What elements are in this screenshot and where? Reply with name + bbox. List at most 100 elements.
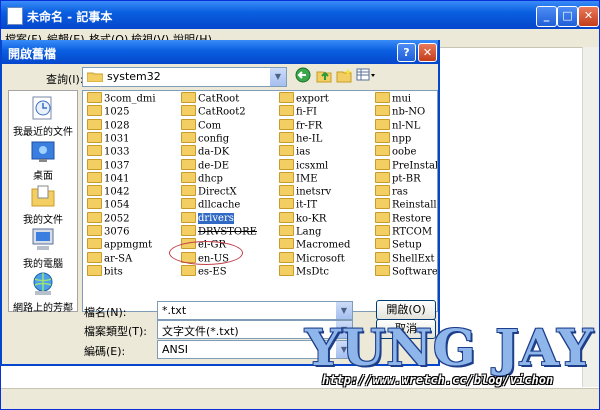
folder-item[interactable]: ko-KR [279, 211, 326, 226]
close-button[interactable]: ✕ [578, 6, 599, 27]
folder-item[interactable]: DirectX [181, 185, 237, 199]
folder-item[interactable]: Macromed [279, 238, 350, 252]
folder-item[interactable]: oobe [375, 145, 416, 159]
new-folder-icon[interactable] [335, 67, 353, 85]
folder-item[interactable]: Lang [279, 225, 321, 239]
folder-item[interactable]: PreInstall [375, 158, 437, 173]
folder-icon [181, 105, 196, 117]
folder-item[interactable]: icsxml [279, 158, 328, 173]
dialog-close-button[interactable]: ✕ [418, 43, 437, 62]
folder-item[interactable]: RTCOM [375, 225, 433, 239]
place-my-computer[interactable]: 我的電腦 [9, 227, 77, 270]
folder-item[interactable]: ShellExt [375, 251, 435, 266]
folder-name: 1054 [104, 199, 130, 211]
folder-name: fi-FI [296, 106, 317, 118]
watermark-url: http://www.wretch.cc/blog/vichon [322, 373, 554, 387]
chevron-down-icon[interactable]: ▼ [270, 68, 286, 86]
file-list[interactable]: 3com_dmi 1025 1028 1031 1033 1037 1041 1042 1054… [82, 90, 438, 312]
look-in-dropdown[interactable]: system32 ▼ [82, 67, 287, 87]
folder-item[interactable]: 2052 [87, 211, 129, 226]
back-icon[interactable] [294, 67, 312, 85]
place-desktop[interactable]: 桌面 [9, 139, 77, 182]
maximize-button[interactable]: □ [557, 6, 578, 27]
folder-item[interactable]: 1025 [87, 105, 129, 119]
folder-item[interactable]: es-ES [181, 264, 227, 279]
folder-item[interactable]: da-DK [181, 145, 229, 159]
folder-item[interactable]: IME [279, 171, 318, 186]
folder-item[interactable]: he-IL [279, 131, 323, 146]
folder-item[interactable]: Restore [375, 211, 432, 226]
folder-icon [87, 238, 102, 250]
folder-icon [181, 131, 196, 143]
folder-item[interactable]: appmgmt [87, 238, 152, 252]
folder-item[interactable]: 1028 [87, 118, 130, 133]
folder-item[interactable]: 1041 [87, 171, 129, 186]
folder-icon [87, 198, 102, 210]
folder-name: 1037 [104, 160, 130, 171]
place-label: 桌面 [33, 171, 53, 182]
place-network[interactable]: 網路上的芳鄰 [9, 271, 77, 314]
up-folder-icon[interactable] [315, 67, 333, 85]
folder-item[interactable]: Com [181, 118, 221, 133]
folder-icon [375, 225, 390, 236]
folder-item[interactable]: DRVSTORE [181, 225, 257, 239]
encoding-value: ANSI [162, 343, 188, 356]
folder-item[interactable]: npp [375, 131, 411, 146]
folder-item[interactable]: ias [279, 145, 310, 159]
folder-item[interactable]: ReinstallBac [375, 198, 437, 212]
folder-name: es-ES [198, 266, 227, 278]
folder-item[interactable]: SoftwareDis [375, 264, 437, 279]
folder-item[interactable]: mui [375, 92, 411, 106]
place-recent[interactable]: 我最近的文件 [9, 95, 77, 138]
folder-name: he-IL [296, 133, 323, 145]
folder-item[interactable]: 1037 [87, 158, 130, 173]
folder-icon [279, 105, 294, 117]
folder-icon [279, 185, 294, 197]
folder-icon [279, 158, 294, 170]
folder-item[interactable]: nl-NL [375, 118, 420, 133]
view-menu-icon[interactable] [356, 67, 376, 85]
folder-item[interactable]: 1054 [87, 198, 130, 212]
folder-item[interactable]: 3076 [87, 225, 129, 239]
folder-item[interactable]: 1031 [87, 131, 129, 146]
folder-item[interactable]: inetsrv [279, 185, 331, 199]
folder-name: Microsoft [296, 253, 345, 265]
dialog-title-bar[interactable]: 開啟舊檔 ? ✕ [2, 40, 438, 64]
minimize-button[interactable]: _ [536, 6, 557, 27]
folder-item[interactable]: ras [375, 185, 408, 199]
notepad-title-bar[interactable]: 未命名 - 記事本 _ □ ✕ [1, 1, 599, 29]
folder-item[interactable]: 3com_dmi [87, 92, 156, 106]
folder-item[interactable]: Setup [375, 238, 422, 252]
folder-item[interactable]: drivers [181, 211, 234, 226]
folder-item[interactable]: dhcp [181, 171, 223, 186]
folder-item[interactable]: ar-SA [87, 251, 132, 266]
folder-name: RTCOM [392, 226, 433, 238]
chevron-down-icon[interactable]: ▼ [336, 302, 352, 319]
folder-item[interactable]: CatRoot2 [181, 105, 246, 119]
folder-item[interactable]: Microsoft [279, 251, 345, 266]
folder-item[interactable]: pt-BR [375, 171, 421, 186]
folder-item[interactable]: MsDtc [279, 264, 329, 279]
help-button[interactable]: ? [397, 43, 416, 62]
folder-item[interactable]: nb-NO [375, 105, 425, 119]
folder-item[interactable]: bits [87, 264, 123, 279]
folder-item[interactable]: fi-FI [279, 105, 317, 119]
folder-item[interactable]: de-DE [181, 158, 229, 173]
folder-item[interactable]: 1033 [87, 145, 129, 159]
folder-item[interactable]: 1042 [87, 185, 129, 199]
folder-item[interactable]: fr-FR [279, 118, 322, 133]
file-name-value: *.txt [162, 304, 187, 317]
folder-item[interactable]: CatRoot [181, 92, 240, 106]
place-my-documents[interactable]: 我的文件 [9, 183, 77, 226]
open-button[interactable]: 開啟(O) [376, 300, 436, 320]
folder-name: it-IT [296, 199, 318, 211]
folder-item[interactable]: it-IT [279, 198, 318, 212]
folder-name: 1028 [104, 120, 130, 132]
folder-name: Restore [392, 213, 432, 225]
folder-icon [181, 118, 196, 130]
folder-item[interactable]: dllcache [181, 198, 240, 212]
folder-item[interactable]: export [279, 92, 329, 106]
folder-item[interactable]: config [181, 131, 229, 146]
folder-icon [279, 264, 294, 276]
folder-name: CatRoot [198, 93, 240, 105]
